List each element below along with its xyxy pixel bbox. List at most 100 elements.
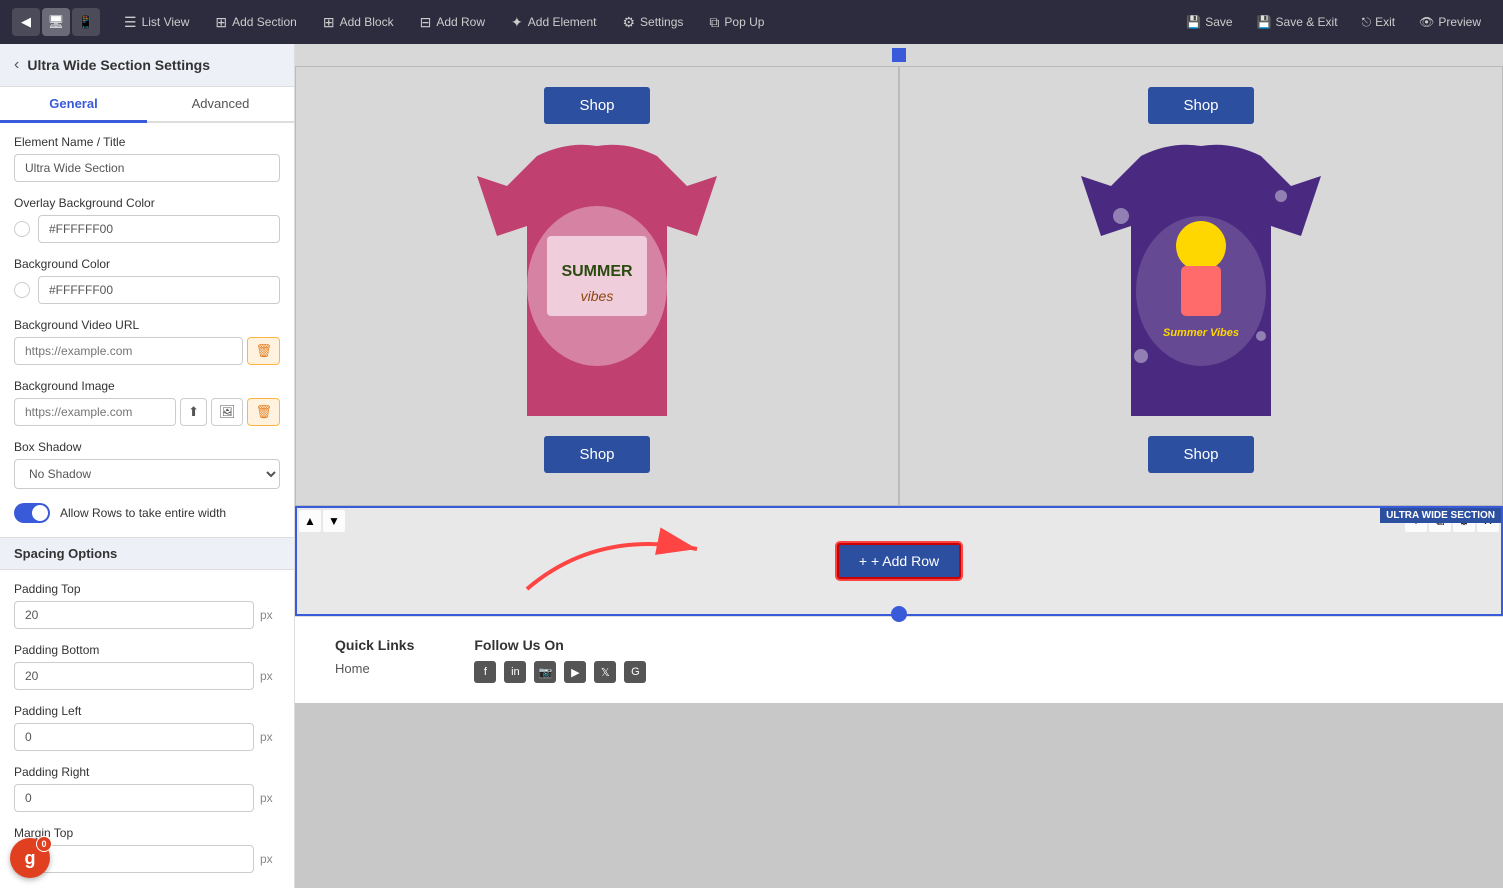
padding-top-px: px: [260, 608, 280, 622]
padding-left-row: px: [14, 723, 280, 751]
allow-rows-toggle[interactable]: [14, 503, 50, 523]
tshirt-pink-svg: SUMMER vibes: [477, 136, 717, 436]
margin-top-label: Margin Top: [14, 826, 280, 840]
bg-image-url-input[interactable]: [14, 398, 176, 426]
section-resize-top-dot[interactable]: [892, 48, 906, 62]
preview-icon: 👁: [1419, 15, 1434, 29]
bg-video-url-input[interactable]: [14, 337, 243, 365]
padding-right-row: px: [14, 784, 280, 812]
youtube-icon[interactable]: ▶: [564, 661, 586, 683]
save-button[interactable]: 💾 Save: [1176, 10, 1242, 34]
avatar-badge[interactable]: g 0: [10, 838, 50, 878]
mobile-view-button[interactable]: 📱: [72, 8, 100, 36]
row-move-up-button[interactable]: ▲: [299, 510, 321, 532]
google-icon[interactable]: G: [624, 661, 646, 683]
margin-top-px: px: [260, 852, 280, 866]
shop-button-left-bottom[interactable]: Shop: [544, 436, 649, 473]
shop-button-right-bottom[interactable]: Shop: [1148, 436, 1253, 473]
footer-follow-us: Follow Us On f in 📷 ▶ 𝕏 G: [474, 637, 646, 683]
overlay-bg-color-swatch[interactable]: [14, 221, 30, 237]
shop-grid: Shop SUMMER vibes: [295, 66, 1503, 506]
bg-image-label: Background Image: [14, 379, 280, 393]
popup-button[interactable]: ⧉ Pop Up: [699, 9, 774, 36]
toolbar-nav: ◀ 🖥 📱: [12, 8, 100, 36]
footer-quick-links: Quick Links Home: [335, 637, 414, 683]
add-row-icon: ⊟: [420, 14, 432, 31]
padding-left-group: Padding Left px: [14, 704, 280, 751]
add-element-button[interactable]: ✦ Add Element: [501, 9, 606, 36]
padding-top-row: px: [14, 601, 280, 629]
spacing-options-header: Spacing Options: [0, 537, 294, 570]
follow-us-title: Follow Us On: [474, 637, 646, 653]
sidebar-back-button[interactable]: ‹: [14, 56, 19, 74]
overlay-bg-color-group: Overlay Background Color: [14, 196, 280, 243]
quick-links-title: Quick Links: [335, 637, 414, 653]
bg-color-swatch[interactable]: [14, 282, 30, 298]
overlay-bg-color-input[interactable]: [38, 215, 280, 243]
add-row-plus-icon: +: [859, 553, 867, 569]
row-move-down-button[interactable]: ▼: [323, 510, 345, 532]
bg-color-group: Background Color: [14, 257, 280, 304]
bg-image-gallery-button[interactable]: 🖼: [211, 398, 244, 426]
main-layout: ‹ Ultra Wide Section Settings General Ad…: [0, 44, 1503, 888]
toolbar-right: 💾 Save 💾 Save & Exit ⎋ Exit 👁 Preview: [1176, 10, 1491, 35]
add-row-canvas-button[interactable]: + + Add Row: [837, 543, 961, 579]
add-section-button[interactable]: ⊞ Add Section: [205, 9, 306, 36]
bg-color-input[interactable]: [38, 276, 280, 304]
box-shadow-label: Box Shadow: [14, 440, 280, 454]
padding-bottom-input[interactable]: [14, 662, 254, 690]
padding-top-input[interactable]: [14, 601, 254, 629]
settings-button[interactable]: ⚙ Settings: [612, 9, 693, 36]
bg-video-group: Background Video URL 🗑: [14, 318, 280, 365]
tab-advanced[interactable]: Advanced: [147, 87, 294, 123]
svg-text:Summer Vibes: Summer Vibes: [1163, 327, 1239, 339]
box-shadow-select[interactable]: No Shadow Small Medium Large: [14, 459, 280, 489]
allow-rows-label: Allow Rows to take entire width: [60, 506, 226, 520]
tab-general[interactable]: General: [0, 87, 147, 123]
save-exit-button[interactable]: 💾 Save & Exit: [1247, 10, 1348, 34]
instagram-icon[interactable]: 📷: [534, 661, 556, 683]
list-view-button[interactable]: ☰ List View: [114, 9, 199, 36]
shop-section: Shop SUMMER vibes: [295, 44, 1503, 506]
linkedin-icon[interactable]: in: [504, 661, 526, 683]
svg-text:vibes: vibes: [581, 288, 614, 304]
add-block-button[interactable]: ⊞ Add Block: [313, 9, 404, 36]
padding-left-input[interactable]: [14, 723, 254, 751]
element-name-input[interactable]: [14, 154, 280, 182]
sidebar-title: Ultra Wide Section Settings: [27, 57, 210, 73]
arrow-annotation: [497, 509, 797, 609]
box-shadow-group: Box Shadow No Shadow Small Medium Large: [14, 440, 280, 489]
home-link[interactable]: Home: [335, 661, 414, 676]
social-icons-row: f in 📷 ▶ 𝕏 G: [474, 661, 646, 683]
add-element-icon: ✦: [511, 14, 523, 31]
back-button[interactable]: ◀: [12, 8, 40, 36]
tshirt-purple-svg: Summer Vibes: [1081, 136, 1321, 436]
overlay-bg-color-label: Overlay Background Color: [14, 196, 280, 210]
margin-top-row: px: [14, 845, 280, 873]
bg-image-clear-button[interactable]: 🗑: [247, 398, 280, 426]
sidebar: ‹ Ultra Wide Section Settings General Ad…: [0, 44, 295, 888]
toggle-knob: [32, 505, 48, 521]
save-exit-icon: 💾: [1257, 15, 1272, 29]
padding-right-input[interactable]: [14, 784, 254, 812]
section-resize-bottom-dot[interactable]: [891, 606, 907, 622]
padding-bottom-row: px: [14, 662, 280, 690]
overlay-bg-color-row: [14, 215, 280, 243]
facebook-icon[interactable]: f: [474, 661, 496, 683]
bg-video-clear-button[interactable]: 🗑: [247, 337, 280, 365]
canvas: Shop SUMMER vibes: [295, 44, 1503, 888]
svg-text:SUMMER: SUMMER: [561, 263, 633, 280]
bg-color-label: Background Color: [14, 257, 280, 271]
exit-button[interactable]: ⎋ Exit: [1352, 10, 1406, 35]
bg-video-input-row: 🗑: [14, 337, 280, 365]
desktop-view-button[interactable]: 🖥: [42, 8, 70, 36]
twitter-icon[interactable]: 𝕏: [594, 661, 616, 683]
bg-image-upload-button[interactable]: ⬆: [180, 398, 207, 426]
add-row-button[interactable]: ⊟ Add Row: [410, 9, 495, 36]
preview-button[interactable]: 👁 Preview: [1409, 10, 1491, 34]
sidebar-body: Element Name / Title Overlay Background …: [0, 123, 294, 888]
padding-left-label: Padding Left: [14, 704, 280, 718]
shop-button-right-top[interactable]: Shop: [1148, 87, 1253, 124]
shop-button-left-top[interactable]: Shop: [544, 87, 649, 124]
toolbar: ◀ 🖥 📱 ☰ List View ⊞ Add Section ⊞ Add Bl…: [0, 0, 1503, 44]
